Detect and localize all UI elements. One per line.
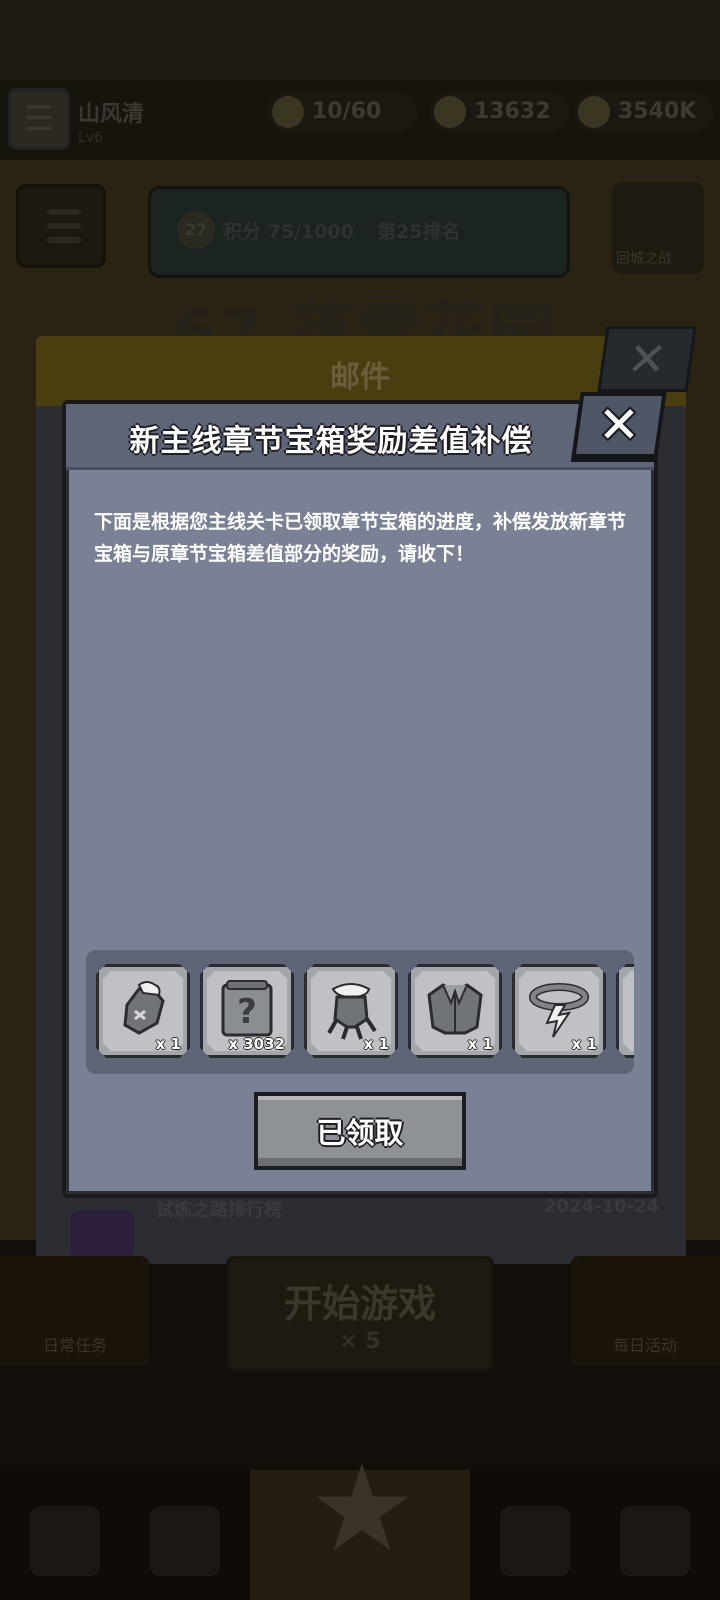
reward-qty: x 1: [467, 1035, 493, 1053]
nav-settings-icon[interactable]: [620, 1506, 690, 1576]
reward-qty: x 1: [363, 1035, 389, 1053]
mystery-scroll-icon: ?: [213, 975, 281, 1043]
reward-qty: x 1: [571, 1035, 597, 1053]
claimed-button-label: 已领取: [316, 1116, 404, 1150]
dialog-close-button[interactable]: ✕: [571, 392, 667, 458]
nav-shop-icon[interactable]: [30, 1506, 100, 1576]
coin-icon: [578, 96, 610, 128]
reward-item[interactable]: x 1: [304, 964, 398, 1058]
gem-icon: [434, 96, 466, 128]
reward-item[interactable]: ? x 3032: [200, 964, 294, 1058]
reward-item[interactable]: x 1: [96, 964, 190, 1058]
daily-event-button[interactable]: 每日活动: [570, 1256, 720, 1366]
progress-badge: 27: [177, 211, 215, 249]
dialog-title: 新主线章节宝箱奖励差值补偿: [129, 424, 533, 459]
player-level: Lv6: [78, 130, 103, 146]
mail-row-title: 试炼之路排行榜: [156, 1200, 282, 1221]
dialog-description: 下面是根据您主线关卡已领取章节宝箱的进度，补偿发放新章节宝箱与原章节宝箱差值部分…: [94, 511, 627, 565]
claw-icon: [317, 975, 385, 1043]
reward-list[interactable]: x 1 ? x 3032 x 1 x 1 x 1: [86, 950, 634, 1074]
reward-item-partial[interactable]: [616, 964, 634, 1058]
player-avatar[interactable]: ☰: [8, 88, 70, 150]
star-icon: ★: [308, 1440, 416, 1579]
reward-item[interactable]: x 1: [408, 964, 502, 1058]
reward-qty: x 1: [155, 1035, 181, 1053]
mail-row-date: 2024-10-24: [544, 1196, 660, 1217]
gift-icon: [70, 1210, 134, 1260]
claimed-button[interactable]: 已领取: [254, 1092, 466, 1170]
progress-panel[interactable]: 27 积分 75/1000 第25排名: [148, 186, 570, 278]
glove-icon: [109, 975, 177, 1043]
start-game-button[interactable]: 开始游戏 × 5: [226, 1256, 494, 1372]
mail-close-button[interactable]: ✕: [597, 326, 697, 392]
close-icon: ✕: [598, 396, 640, 454]
gem-counter[interactable]: 13632: [430, 92, 570, 132]
nav-talent-icon[interactable]: [500, 1506, 570, 1576]
rank-text: 第25排名: [377, 221, 461, 243]
jacket-icon: [421, 975, 489, 1043]
daily-task-button[interactable]: 日常任务: [0, 1256, 150, 1366]
stamina-counter[interactable]: 10/60: [268, 92, 418, 132]
coin-counter[interactable]: 3540K: [574, 92, 714, 132]
belt-icon: [525, 975, 593, 1043]
progress-text: 积分 75/1000: [223, 221, 354, 243]
nav-equipment-icon[interactable]: [150, 1506, 220, 1576]
stamina-icon: [272, 96, 304, 128]
menu-button[interactable]: [16, 184, 106, 268]
reward-qty: x 3032: [228, 1035, 285, 1053]
svg-text:?: ?: [237, 992, 257, 1032]
reward-item[interactable]: x 1: [512, 964, 606, 1058]
event-shield-button[interactable]: 回城之战: [612, 182, 704, 274]
player-name: 山风清: [78, 102, 145, 127]
